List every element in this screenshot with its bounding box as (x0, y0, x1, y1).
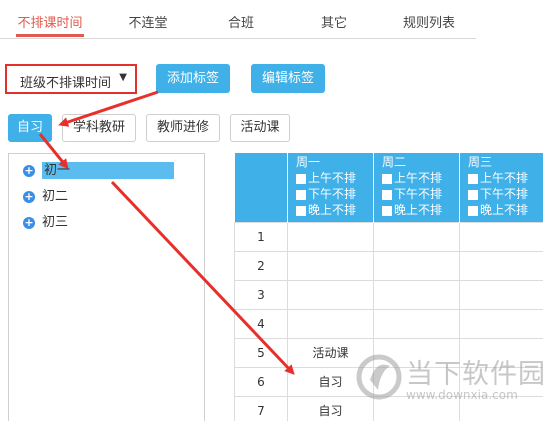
checkbox[interactable] (382, 205, 392, 216)
checkbox[interactable] (296, 173, 306, 184)
tab-no-schedule-time[interactable]: 不排课时间 (16, 16, 84, 37)
tag-subject-research[interactable]: 学科教研 (62, 114, 136, 142)
option-morning[interactable]: 上午不排 (382, 170, 459, 186)
option-afternoon[interactable]: 下午不排 (382, 186, 459, 202)
class-tree: + 初一 + 初二 + 初三 (8, 153, 205, 421)
table-cell[interactable] (459, 308, 543, 339)
period-number: 4 (234, 308, 288, 339)
day-name: 周三 (468, 155, 493, 169)
checkbox[interactable] (468, 173, 478, 184)
tab-other[interactable]: 其它 (319, 16, 349, 36)
day-header-mon: 周一 上午不排 下午不排 晚上不排 (287, 153, 374, 222)
tab-no-consecutive[interactable]: 不连堂 (123, 16, 173, 36)
table-cell[interactable] (287, 279, 374, 310)
tag-activity-class[interactable]: 活动课 (230, 114, 290, 142)
checkbox[interactable] (382, 173, 392, 184)
option-morning[interactable]: 上午不排 (296, 170, 373, 186)
day-name: 周二 (382, 155, 407, 169)
checkbox[interactable] (296, 205, 306, 216)
tab-combined-class[interactable]: 合班 (226, 16, 256, 36)
table-row: 1 (234, 221, 543, 252)
day-name: 周一 (296, 155, 321, 169)
rule-type-select[interactable]: 班级不排课时间 ▼ (5, 64, 137, 94)
table-cell[interactable] (459, 279, 543, 310)
day-header-wed: 周三 上午不排 下午不排 晚上不排 (459, 153, 543, 222)
plus-icon[interactable]: + (23, 164, 35, 177)
table-cell[interactable] (287, 308, 374, 339)
select-value: 班级不排课时间 (20, 76, 112, 91)
tree-item-grade-3[interactable]: + 初三 (23, 214, 68, 232)
watermark-url: www.downxia.com (406, 388, 518, 402)
period-number: 3 (234, 279, 288, 310)
tree-item-label: 初一 (42, 162, 175, 179)
table-cell[interactable] (287, 250, 374, 281)
watermark: 当下软件园 www.downxia.com (356, 350, 543, 412)
tag-self-study[interactable]: 自习 (8, 114, 52, 142)
edit-tag-button[interactable]: 编辑标签 (251, 64, 325, 93)
option-morning[interactable]: 上午不排 (468, 170, 543, 186)
header-row: 周一 上午不排 下午不排 晚上不排 周二 上午不排 下午不排 晚上不排 周三 上… (234, 153, 543, 222)
table-cell[interactable] (459, 221, 543, 252)
tag-teacher-training[interactable]: 教师进修 (146, 114, 220, 142)
table-cell[interactable] (459, 250, 543, 281)
table-cell[interactable] (373, 279, 460, 310)
checkbox[interactable] (296, 189, 306, 200)
option-afternoon[interactable]: 下午不排 (296, 186, 373, 202)
table-cell[interactable] (373, 221, 460, 252)
tree-item-label: 初三 (42, 215, 69, 230)
period-number: 6 (234, 366, 288, 397)
table-row: 4 (234, 308, 543, 339)
plus-icon[interactable]: + (23, 190, 35, 203)
watermark-logo-icon (356, 354, 402, 400)
option-evening[interactable]: 晚上不排 (382, 202, 459, 218)
table-cell[interactable] (373, 250, 460, 281)
corner-cell (234, 153, 288, 222)
add-tag-button[interactable]: 添加标签 (156, 64, 230, 93)
option-evening[interactable]: 晚上不排 (296, 202, 373, 218)
period-number: 2 (234, 250, 288, 281)
period-number: 1 (234, 221, 288, 252)
chevron-down-icon: ▼ (119, 72, 127, 83)
period-number: 7 (234, 395, 288, 421)
option-afternoon[interactable]: 下午不排 (468, 186, 543, 202)
table-cell[interactable] (287, 221, 374, 252)
period-number: 5 (234, 337, 288, 368)
tab-rule-list[interactable]: 规则列表 (401, 16, 457, 36)
table-row: 2 (234, 250, 543, 281)
plus-icon[interactable]: + (23, 216, 35, 229)
checkbox[interactable] (468, 205, 478, 216)
option-evening[interactable]: 晚上不排 (468, 202, 543, 218)
tree-item-label: 初二 (42, 189, 69, 204)
table-row: 3 (234, 279, 543, 310)
table-cell[interactable] (373, 308, 460, 339)
checkbox[interactable] (468, 189, 478, 200)
tab-bar: 不排课时间 不连堂 合班 其它 规则列表 (0, 0, 476, 39)
tree-item-grade-1[interactable]: + 初一 (23, 162, 175, 180)
checkbox[interactable] (382, 189, 392, 200)
tree-item-grade-2[interactable]: + 初二 (23, 188, 68, 206)
watermark-text: 当下软件园 (406, 359, 543, 390)
day-header-tue: 周二 上午不排 下午不排 晚上不排 (373, 153, 460, 222)
